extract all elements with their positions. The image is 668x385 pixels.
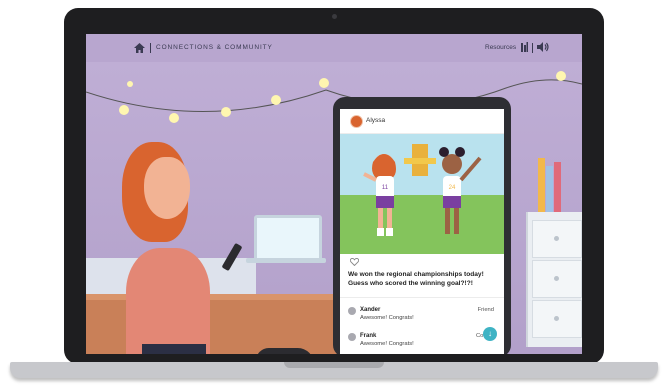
post-caption: We won the regional championships today!…: [348, 271, 484, 287]
avatar: [348, 333, 356, 341]
jersey-number-left: 11: [382, 185, 389, 191]
social-feed-screen[interactable]: Alyssa 11 24 We won the regional champio…: [340, 109, 504, 354]
comment-author: Frank: [360, 333, 377, 339]
character-face: [144, 157, 190, 219]
desk-laptop-base: [246, 258, 326, 263]
breadcrumb: CONNECTIONS & COMMUNITY: [156, 44, 273, 51]
post-photo[interactable]: 11 24: [340, 134, 504, 254]
comment-text: Awesome! Congrats!: [360, 341, 414, 347]
app-screen: CONNECTIONS & COMMUNITY Resources Alyssa: [86, 34, 582, 354]
book: [554, 162, 561, 213]
avatar: [348, 307, 356, 315]
post-header: Alyssa: [340, 109, 504, 134]
relationship-tag: Friend: [477, 307, 494, 313]
phone-device: Alyssa 11 24 We won the regional champio…: [333, 97, 511, 354]
webcam: [332, 14, 337, 19]
laptop-frame: CONNECTIONS & COMMUNITY Resources Alyssa: [64, 8, 604, 364]
character-pants: [142, 344, 206, 354]
team-photo-illustration: 11 24: [340, 144, 504, 254]
nav-separator: [532, 43, 533, 53]
drawer-knob: [554, 236, 559, 241]
nav-separator: [150, 43, 151, 53]
laptop-notch: [284, 362, 384, 368]
comment-item[interactable]: Frank Awesome! Congrats! Cousin: [340, 331, 504, 354]
book: [546, 166, 553, 213]
divider: [340, 297, 504, 298]
resources-link[interactable]: Resources: [485, 44, 516, 51]
jersey-number-right: 24: [449, 185, 456, 191]
drawer-knob: [554, 316, 559, 321]
speaker-icon[interactable]: [537, 42, 549, 52]
heart-icon[interactable]: [350, 258, 359, 266]
drawer-knob: [554, 276, 559, 281]
book: [538, 158, 545, 213]
home-icon[interactable]: [134, 43, 145, 53]
desk-laptop: [254, 215, 322, 263]
comment-text: Awesome! Congrats!: [360, 315, 414, 321]
arrow-down-icon[interactable]: ↓: [483, 327, 497, 341]
comment-item[interactable]: Xander Awesome! Congrats! Friend: [340, 305, 504, 331]
laptop-base: [10, 362, 658, 378]
book-icon[interactable]: [521, 42, 528, 52]
comment-author: Xander: [360, 307, 381, 313]
character-shirt: [126, 248, 210, 354]
post-author[interactable]: Alyssa: [366, 117, 385, 124]
avatar[interactable]: [350, 115, 363, 128]
top-nav-bar: CONNECTIONS & COMMUNITY Resources: [86, 34, 582, 62]
